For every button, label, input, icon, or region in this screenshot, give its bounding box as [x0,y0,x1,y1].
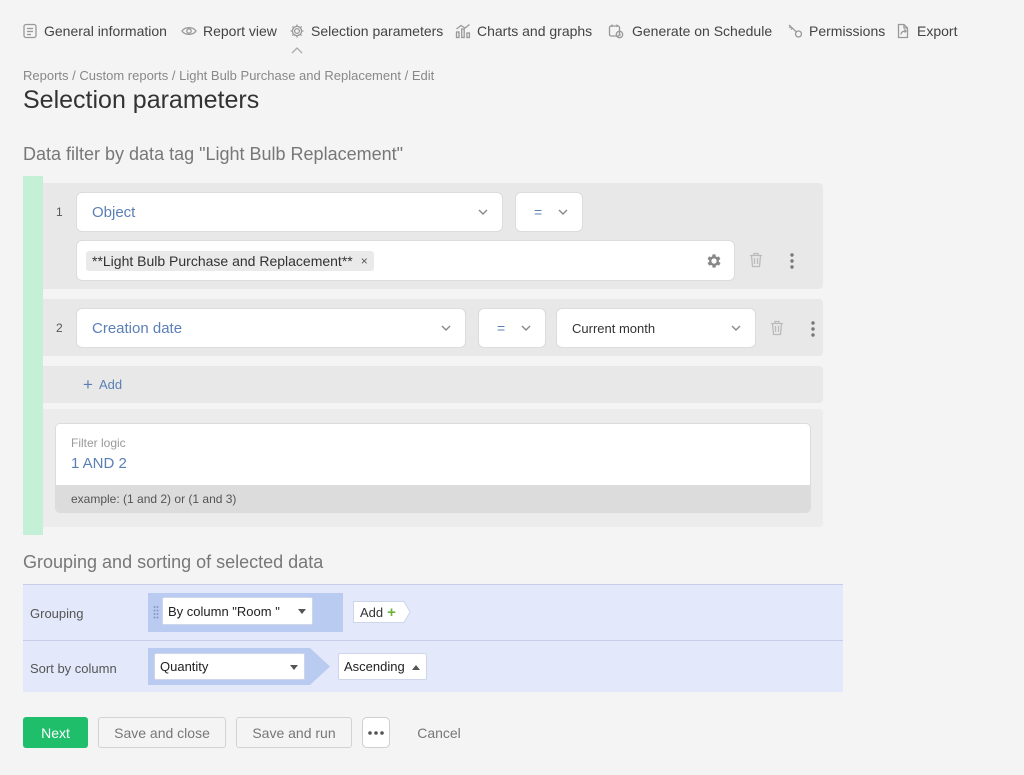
more-horizontal-icon [368,730,384,735]
grouping-section-title: Grouping and sorting of selected data [23,552,324,572]
dropdown-arrow-icon [298,609,306,614]
filter-logic-input[interactable]: Filter logic 1 AND 2 example: (1 and 2) … [55,423,811,513]
filter-logic-label: Filter logic [71,436,126,450]
tab-charts-and-graphs[interactable]: Charts and graphs [454,20,592,42]
chevron-down-icon [521,325,531,331]
value-tag-input[interactable]: **Light Bulb Purchase and Replacement** … [76,240,735,281]
breadcrumb-edit: Edit [411,68,435,83]
chart-icon [454,22,472,40]
tab-permissions[interactable]: Permissions [786,20,885,42]
tab-export[interactable]: Export [894,20,957,42]
row-number: 2 [56,321,63,335]
cancel-button[interactable]: Cancel [405,717,473,748]
row-number: 1 [56,205,63,219]
filter-group-indicator [23,176,43,535]
gear-icon [288,22,306,40]
filter-logic-panel: Filter logic 1 AND 2 example: (1 and 2) … [43,409,823,527]
gear-icon[interactable] [705,252,723,270]
remove-tag-icon[interactable]: × [361,254,368,268]
add-filter-button[interactable]: + Add [83,374,122,394]
add-grouping-button[interactable]: Add + [353,601,411,623]
grouping-sorting-table: Grouping By column "Room " Add + Sort by… [23,584,843,692]
field-select[interactable]: Object [76,192,503,232]
field-select[interactable]: Creation date [76,308,466,348]
more-vertical-icon[interactable] [789,252,795,270]
active-tab-caret-icon [291,47,303,54]
save-and-close-button[interactable]: Save and close [98,717,226,748]
save-and-run-button[interactable]: Save and run [236,717,352,748]
value-tag: **Light Bulb Purchase and Replacement** … [86,250,374,271]
key-icon [786,22,804,40]
operator-select[interactable]: = [478,308,546,348]
chevron-down-icon [558,209,568,215]
sort-order-select[interactable]: Ascending [338,653,427,680]
eye-icon [180,22,198,40]
next-button[interactable]: Next [23,717,88,748]
tab-report-view[interactable]: Report view [180,20,277,42]
document-icon [21,22,39,40]
grouping-column-select[interactable]: By column "Room " [162,597,313,625]
more-actions-button[interactable] [362,717,390,748]
export-icon [894,22,912,40]
plus-icon: + [83,374,93,394]
dropdown-arrow-icon [290,664,298,670]
grouping-label: Grouping [30,606,84,621]
chevron-down-icon [731,325,741,331]
breadcrumb-report[interactable]: Light Bulb Purchase and Replacement [179,68,401,83]
dropdown-arrow-icon [412,664,420,670]
tab-generate-on-schedule[interactable]: Generate on Schedule [607,20,772,42]
page-title: Selection parameters [23,86,260,114]
sort-column-select[interactable]: Quantity [154,653,305,680]
sort-label: Sort by column [30,661,117,676]
calendar-clock-icon [607,22,625,40]
filter-row-2: 2 Creation date = Current month [43,299,823,356]
operator-select[interactable]: = [515,192,583,232]
filter-row-1: 1 Object = **Light Bulb Purchase and Rep… [43,183,823,289]
filter-logic-value: 1 AND 2 [71,455,127,472]
add-filter-row: + Add [43,366,823,403]
breadcrumb-reports[interactable]: Reports [23,68,69,83]
table-divider [23,640,843,641]
chevron-down-icon [441,325,451,331]
tab-general-information[interactable]: General information [21,20,167,42]
filter-section-title: Data filter by data tag "Light Bulb Repl… [23,144,403,164]
breadcrumb: Reports / Custom reports / Light Bulb Pu… [23,68,435,83]
top-tabs: General information Report view Selectio… [0,0,1024,60]
breadcrumb-custom-reports[interactable]: Custom reports [79,68,168,83]
grouping-chip: By column "Room " [148,593,343,632]
plus-icon: + [387,603,396,621]
trash-icon[interactable] [770,320,784,336]
tab-selection-parameters[interactable]: Selection parameters [288,20,443,42]
more-vertical-icon[interactable] [810,320,816,338]
value-select[interactable]: Current month [556,308,756,348]
filter-logic-hint: example: (1 and 2) or (1 and 3) [56,485,810,512]
chevron-down-icon [478,209,488,215]
trash-icon[interactable] [749,252,763,268]
drag-handle-icon[interactable] [153,605,159,619]
